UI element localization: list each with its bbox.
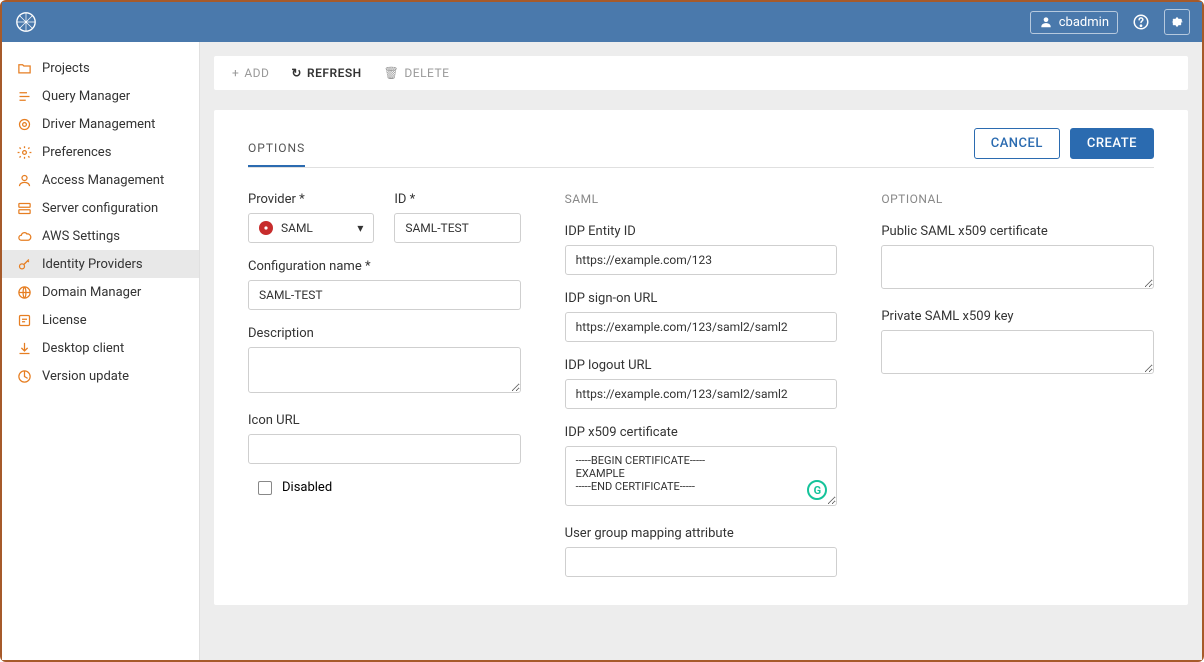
toolbar-label: REFRESH — [307, 66, 362, 80]
saml-icon — [259, 221, 273, 235]
sidebar-item-access-management[interactable]: Access Management — [2, 166, 199, 194]
sidebar-item-label: Server configuration — [42, 201, 158, 216]
provider-select[interactable]: SAML ▾ — [248, 213, 374, 243]
delete-button[interactable]: 🗑 DELETE — [384, 66, 450, 80]
signon-label: IDP sign-on URL — [565, 291, 838, 306]
description-input[interactable] — [248, 347, 521, 393]
optional-section-label: OPTIONAL — [881, 192, 1154, 206]
id-label: ID * — [394, 192, 520, 207]
provider-value: SAML — [281, 221, 313, 235]
cancel-button[interactable]: CANCEL — [974, 128, 1060, 159]
sidebar-item-projects[interactable]: Projects — [2, 54, 199, 82]
help-button[interactable] — [1128, 9, 1154, 35]
group-mapping-input[interactable] — [565, 547, 838, 577]
app-logo[interactable] — [14, 10, 38, 34]
sidebar-item-identity-providers[interactable]: Identity Providers — [2, 250, 199, 278]
chevron-down-icon: ▾ — [357, 221, 363, 235]
sidebar-item-label: Query Manager — [42, 89, 130, 104]
sidebar-item-license[interactable]: License — [2, 306, 199, 334]
sidebar-item-label: Driver Management — [42, 117, 155, 132]
sidebar-item-label: Desktop client — [42, 341, 124, 356]
preferences-icon — [16, 144, 32, 160]
refresh-icon: ↻ — [291, 66, 302, 80]
help-icon — [1132, 13, 1150, 31]
disabled-checkbox[interactable] — [258, 481, 272, 495]
saml-section-label: SAML — [565, 192, 838, 206]
group-mapping-label: User group mapping attribute — [565, 526, 838, 541]
gear-icon — [1169, 14, 1185, 30]
cert-input[interactable] — [565, 446, 838, 506]
pub-cert-input[interactable] — [881, 245, 1154, 289]
sidebar-item-label: Projects — [42, 61, 90, 76]
domain-icon — [16, 284, 32, 300]
disabled-label: Disabled — [282, 480, 332, 495]
update-icon — [16, 368, 32, 384]
sidebar-item-version-update[interactable]: Version update — [2, 362, 199, 390]
tab-options[interactable]: OPTIONS — [248, 141, 305, 167]
config-name-label: Configuration name * — [248, 259, 521, 274]
create-button[interactable]: CREATE — [1070, 128, 1154, 159]
config-name-input[interactable] — [248, 280, 521, 310]
sidebar-item-label: Domain Manager — [42, 285, 141, 300]
toolbar-label: ADD — [244, 66, 269, 80]
entity-id-label: IDP Entity ID — [565, 224, 838, 239]
sidebar-item-label: AWS Settings — [42, 229, 120, 244]
sidebar-item-domain-manager[interactable]: Domain Manager — [2, 278, 199, 306]
sidebar-item-desktop-client[interactable]: Desktop client — [2, 334, 199, 362]
icon-url-label: Icon URL — [248, 413, 521, 428]
driver-icon — [16, 116, 32, 132]
cert-label: IDP x509 certificate — [565, 425, 838, 440]
settings-button[interactable] — [1164, 9, 1190, 35]
username-label: cbadmin — [1059, 15, 1109, 30]
sidebar-item-label: Identity Providers — [42, 257, 143, 272]
access-icon — [16, 172, 32, 188]
description-label: Description — [248, 326, 521, 341]
toolbar: + ADD ↻ REFRESH 🗑 DELETE — [214, 56, 1188, 90]
sidebar-item-driver-management[interactable]: Driver Management — [2, 110, 199, 138]
sidebar-item-label: Access Management — [42, 173, 164, 188]
user-badge[interactable]: cbadmin — [1030, 11, 1118, 34]
priv-key-label: Private SAML x509 key — [881, 309, 1154, 324]
provider-label: Provider * — [248, 192, 374, 207]
entity-id-input[interactable] — [565, 245, 838, 275]
sidebar-item-label: License — [42, 313, 87, 328]
key-icon — [16, 256, 32, 272]
logout-label: IDP logout URL — [565, 358, 838, 373]
trash-icon: 🗑 — [384, 66, 400, 80]
sidebar-item-query-manager[interactable]: Query Manager — [2, 82, 199, 110]
server-icon — [16, 200, 32, 216]
folder-icon — [16, 60, 32, 76]
logout-input[interactable] — [565, 379, 838, 409]
sidebar-item-label: Version update — [42, 369, 129, 384]
sidebar: Projects Query Manager Driver Management… — [2, 42, 200, 660]
query-icon — [16, 88, 32, 104]
sidebar-item-server-configuration[interactable]: Server configuration — [2, 194, 199, 222]
refresh-button[interactable]: ↻ REFRESH — [291, 66, 361, 80]
sidebar-item-label: Preferences — [42, 145, 111, 160]
priv-key-input[interactable] — [881, 330, 1154, 374]
download-icon — [16, 340, 32, 356]
plus-icon: + — [232, 66, 239, 80]
sidebar-item-preferences[interactable]: Preferences — [2, 138, 199, 166]
id-input[interactable] — [394, 213, 520, 243]
icon-url-input[interactable] — [248, 434, 521, 464]
license-icon — [16, 312, 32, 328]
signon-input[interactable] — [565, 312, 838, 342]
user-icon — [1039, 15, 1053, 29]
sidebar-item-aws-settings[interactable]: AWS Settings — [2, 222, 199, 250]
cloud-icon — [16, 228, 32, 244]
toolbar-label: DELETE — [404, 66, 449, 80]
pub-cert-label: Public SAML x509 certificate — [881, 224, 1154, 239]
add-button[interactable]: + ADD — [232, 66, 269, 80]
